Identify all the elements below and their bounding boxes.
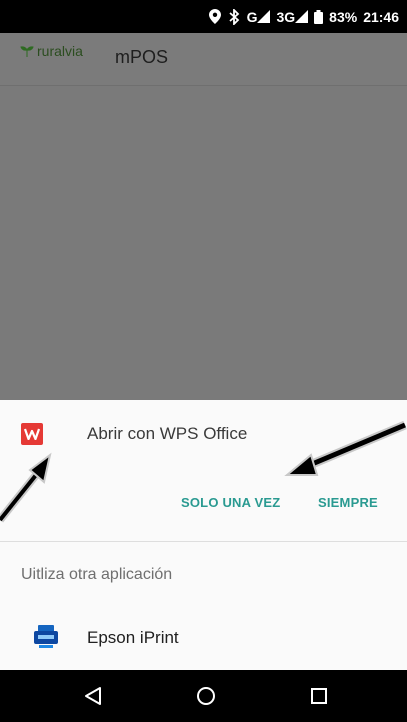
ruralvia-logo: ruralvia [20,43,83,59]
recents-icon [311,688,327,704]
signal-strength-icon [295,10,309,23]
home-button[interactable] [193,683,219,709]
ruralvia-leaf-icon [20,46,34,57]
app-option-epson-iprint[interactable]: Epson iPrint [0,615,407,665]
signal-g-indicator: G [247,9,271,25]
wps-office-icon [21,423,43,445]
use-other-app-heading: Uitliza otra aplicación [21,566,173,583]
app-bar: ruralvia mPOS [0,33,407,86]
home-icon [197,687,215,705]
recents-button[interactable] [306,683,332,709]
logo-text: ruralvia [37,43,83,59]
signal-strength-icon [257,10,271,23]
open-with-sheet: Abrir con WPS Office SOLO UNA VEZ SIEMPR… [0,400,407,670]
primary-app-row[interactable]: Abrir con WPS Office [0,400,407,470]
back-button[interactable] [80,683,106,709]
battery-percent: 83% [329,8,358,25]
back-icon [85,687,101,705]
divider [0,541,407,542]
location-icon [208,9,221,24]
navigation-bar [0,670,407,722]
status-icons: G 3G 83% 21:46 [208,0,399,33]
app-option-label: Epson iPrint [87,628,179,647]
status-bar: G 3G 83% 21:46 [0,0,407,33]
epson-iprint-icon [34,625,58,651]
clock: 21:46 [363,8,399,25]
just-once-button[interactable]: SOLO UNA VEZ [181,495,280,510]
signal-3g-indicator: 3G [276,9,309,25]
always-button[interactable]: SIEMPRE [318,495,378,510]
open-with-label: Abrir con WPS Office [87,424,248,443]
bluetooth-icon [227,8,241,25]
app-background: ruralvia mPOS [0,33,407,400]
app-title: mPOS [115,47,169,67]
battery-icon [314,9,324,24]
